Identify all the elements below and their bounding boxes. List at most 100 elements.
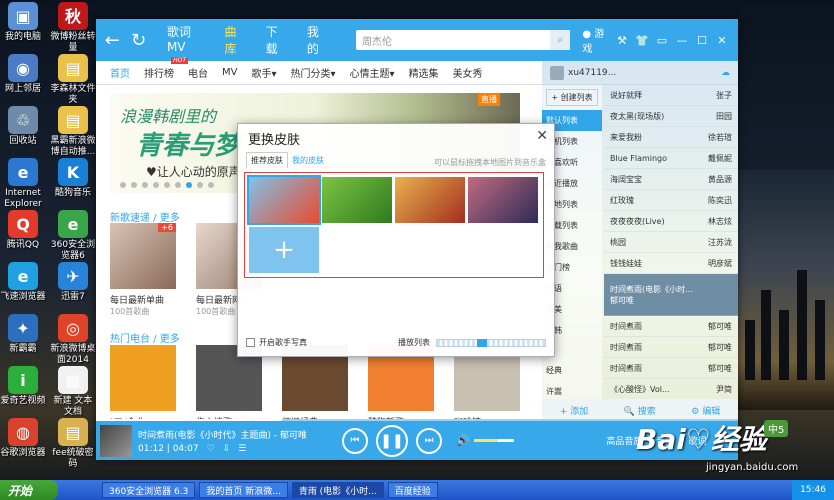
clock[interactable]: 15:46: [800, 485, 826, 495]
song-row[interactable]: 《心酸怪》Vol... 尹简: [604, 379, 738, 400]
subnav-tab[interactable]: 美女秀: [453, 65, 483, 80]
playlist-toolbar-button[interactable]: ⚙ 编辑: [691, 404, 720, 417]
desktop-icon[interactable]: i 爱奇艺视频: [0, 366, 46, 407]
tab-recommended-skins[interactable]: 推荐皮肤: [246, 152, 288, 168]
song-row[interactable]: 来爱我粉 徐若瑄: [604, 127, 738, 148]
desktop-icon[interactable]: ▤ 李森林文件夹: [50, 54, 96, 106]
desktop-icon[interactable]: ♲ 回收站: [0, 106, 46, 147]
playlist-sidebar-item[interactable]: + 创建列表: [546, 89, 598, 106]
singer-photo-checkbox[interactable]: [246, 338, 255, 347]
volume-slider[interactable]: [473, 439, 514, 442]
album-cover[interactable]: [100, 424, 132, 457]
desktop-icon[interactable]: ✈ 迅雷7: [50, 262, 96, 303]
song-row[interactable]: 夜太黑(现场版) 田园: [604, 106, 738, 127]
new-song-card[interactable]: +6 每日最新单曲 100首歌曲: [110, 223, 176, 317]
taskbar-item[interactable]: 我的首页 新浪微...: [199, 482, 288, 498]
desktop-icon[interactable]: ▤ fee统破密码: [50, 418, 96, 470]
desktop-icon[interactable]: ◉ 网上邻居: [0, 54, 46, 95]
tab-my-skins[interactable]: 我的皮肤: [288, 153, 328, 168]
desktop-icon[interactable]: Q 腾讯QQ: [0, 210, 46, 251]
song-row[interactable]: Blue Flamingo 戴佩妮: [604, 148, 738, 169]
radio-card[interactable]: KTV金曲: [110, 345, 176, 428]
song-row[interactable]: 时间煮雨(电影《小时...郁可唯: [604, 274, 738, 316]
banner-line2: 青春与梦: [136, 131, 241, 161]
desktop-icon[interactable]: e 飞速浏览器: [0, 262, 46, 303]
subnav-tab[interactable]: 电台: [188, 65, 208, 80]
desktop-icon[interactable]: ◍ 谷歌浏览器: [0, 418, 46, 459]
taskbar-item[interactable]: 青雨 (电影《小时...: [291, 482, 384, 498]
radio-card[interactable]: 酷狗新歌: [368, 345, 434, 428]
close-icon[interactable]: ✕: [536, 128, 548, 144]
desktop-icon[interactable]: e Internet Explorer: [0, 158, 46, 210]
subnav-tab[interactable]: 首页: [110, 65, 130, 80]
drop-skin[interactable]: [322, 177, 392, 223]
menu-icon[interactable]: ☰: [238, 444, 246, 454]
refresh-icon[interactable]: ↻: [128, 30, 148, 51]
user-bar[interactable]: xu47119... ☁: [542, 61, 738, 85]
ime-indicator[interactable]: 中5: [764, 420, 789, 437]
song-row[interactable]: 红玫瑰 陈奕迅: [604, 190, 738, 211]
banner-pager[interactable]: [120, 182, 219, 188]
hot-radio-section-title[interactable]: 热门电台 / 更多: [110, 330, 180, 345]
song-row[interactable]: 夜夜夜夜(Live) 林志炫: [604, 211, 738, 232]
next-button[interactable]: ⏭: [416, 427, 442, 454]
playlist-toolbar-button[interactable]: 🔍 搜索: [624, 404, 656, 417]
games-link[interactable]: ● 游戏: [582, 25, 612, 55]
top-tab[interactable]: 我的: [307, 23, 328, 57]
search-input[interactable]: 周杰伦 ⌕: [355, 30, 571, 50]
dance-skin[interactable]: [468, 177, 538, 223]
search-icon[interactable]: ⌕: [550, 30, 571, 50]
desktop-icon[interactable]: ✦ 新霸霸: [0, 314, 46, 355]
subnav-tab[interactable]: 热门分类▾: [291, 65, 336, 80]
previous-button[interactable]: ⏮: [342, 427, 368, 454]
subnav-tab[interactable]: 歌手▾: [251, 65, 276, 80]
add-skin-button[interactable]: +: [249, 227, 319, 273]
pause-button[interactable]: ❚❚: [376, 424, 408, 457]
window-control-icon[interactable]: 👕: [632, 34, 652, 47]
taskbar-item[interactable]: 百度经验: [387, 482, 438, 498]
song-row[interactable]: 时间煮雨 郁可唯: [604, 316, 738, 337]
top-tab[interactable]: 歌词MV: [167, 23, 205, 57]
playlist-opacity-slider[interactable]: [436, 338, 546, 347]
window-control-icon[interactable]: ⚒: [612, 34, 632, 47]
playlist-toolbar-button[interactable]: + 添加: [560, 404, 588, 417]
subnav-tab[interactable]: MV: [222, 67, 237, 78]
song-row[interactable]: 钱钱娃娃 明彦斌: [604, 253, 738, 274]
desktop-icon[interactable]: ◎ 新浪微博桌面2014: [50, 314, 96, 366]
desktop-icon[interactable]: ▤ 黑霸新浪微博自动推...: [50, 106, 96, 158]
song-row[interactable]: 说好就拜 张子: [604, 85, 738, 106]
heart-icon[interactable]: ♡: [207, 444, 215, 454]
new-songs-section-title[interactable]: 新歌速递 / 更多: [110, 209, 180, 224]
volume-icon[interactable]: 🔊: [456, 434, 470, 447]
desktop-icon[interactable]: ▦ 新建 文本文档: [50, 366, 96, 418]
desktop-icon[interactable]: K 酷狗音乐: [50, 158, 96, 199]
subnav-tab[interactable]: 排行榜 HOT: [144, 57, 188, 80]
subnav-tab[interactable]: 精选集: [409, 65, 439, 80]
window-control-icon[interactable]: ▭: [652, 34, 672, 47]
desktop-icon[interactable]: ▣ 我的电脑: [0, 2, 46, 43]
radio-card[interactable]: 伤心情歌: [196, 345, 262, 428]
radio-card[interactable]: 怀旧经典: [282, 345, 348, 428]
song-row[interactable]: 海阔宝宝 黄品源: [604, 169, 738, 190]
subnav-tab[interactable]: 心情主题▾: [350, 65, 395, 80]
window-control-icon[interactable]: ☐: [692, 34, 712, 47]
window-control-icon[interactable]: ✕: [712, 34, 732, 47]
back-arrow-icon[interactable]: ←: [102, 30, 122, 51]
download-icon[interactable]: ⇩: [223, 444, 231, 454]
song-row[interactable]: 桃园 汪苏泷: [604, 232, 738, 253]
top-tab[interactable]: 下载: [266, 23, 287, 57]
desktop-icon[interactable]: e 360安全浏览器6: [50, 210, 96, 262]
train-skin[interactable]: [247, 175, 321, 225]
radio-card[interactable]: 咖啡馆: [454, 345, 520, 428]
cloud-icon[interactable]: ☁: [721, 68, 730, 78]
top-tab[interactable]: 曲库: [224, 23, 245, 57]
taskbar-item[interactable]: 360安全浏览器 6.3: [102, 482, 196, 498]
song-row[interactable]: 时间煮雨 郁可唯: [604, 337, 738, 358]
slider-thumb[interactable]: [477, 338, 487, 347]
desktop-icon[interactable]: 秋微博粉丝转量: [50, 2, 96, 54]
bottle-skin[interactable]: [395, 177, 465, 223]
playlist-sidebar-item[interactable]: 经典: [542, 360, 602, 381]
start-button[interactable]: 开始: [0, 480, 58, 500]
song-row[interactable]: 时间煮雨 郁可唯: [604, 358, 738, 379]
window-control-icon[interactable]: —: [672, 34, 692, 47]
